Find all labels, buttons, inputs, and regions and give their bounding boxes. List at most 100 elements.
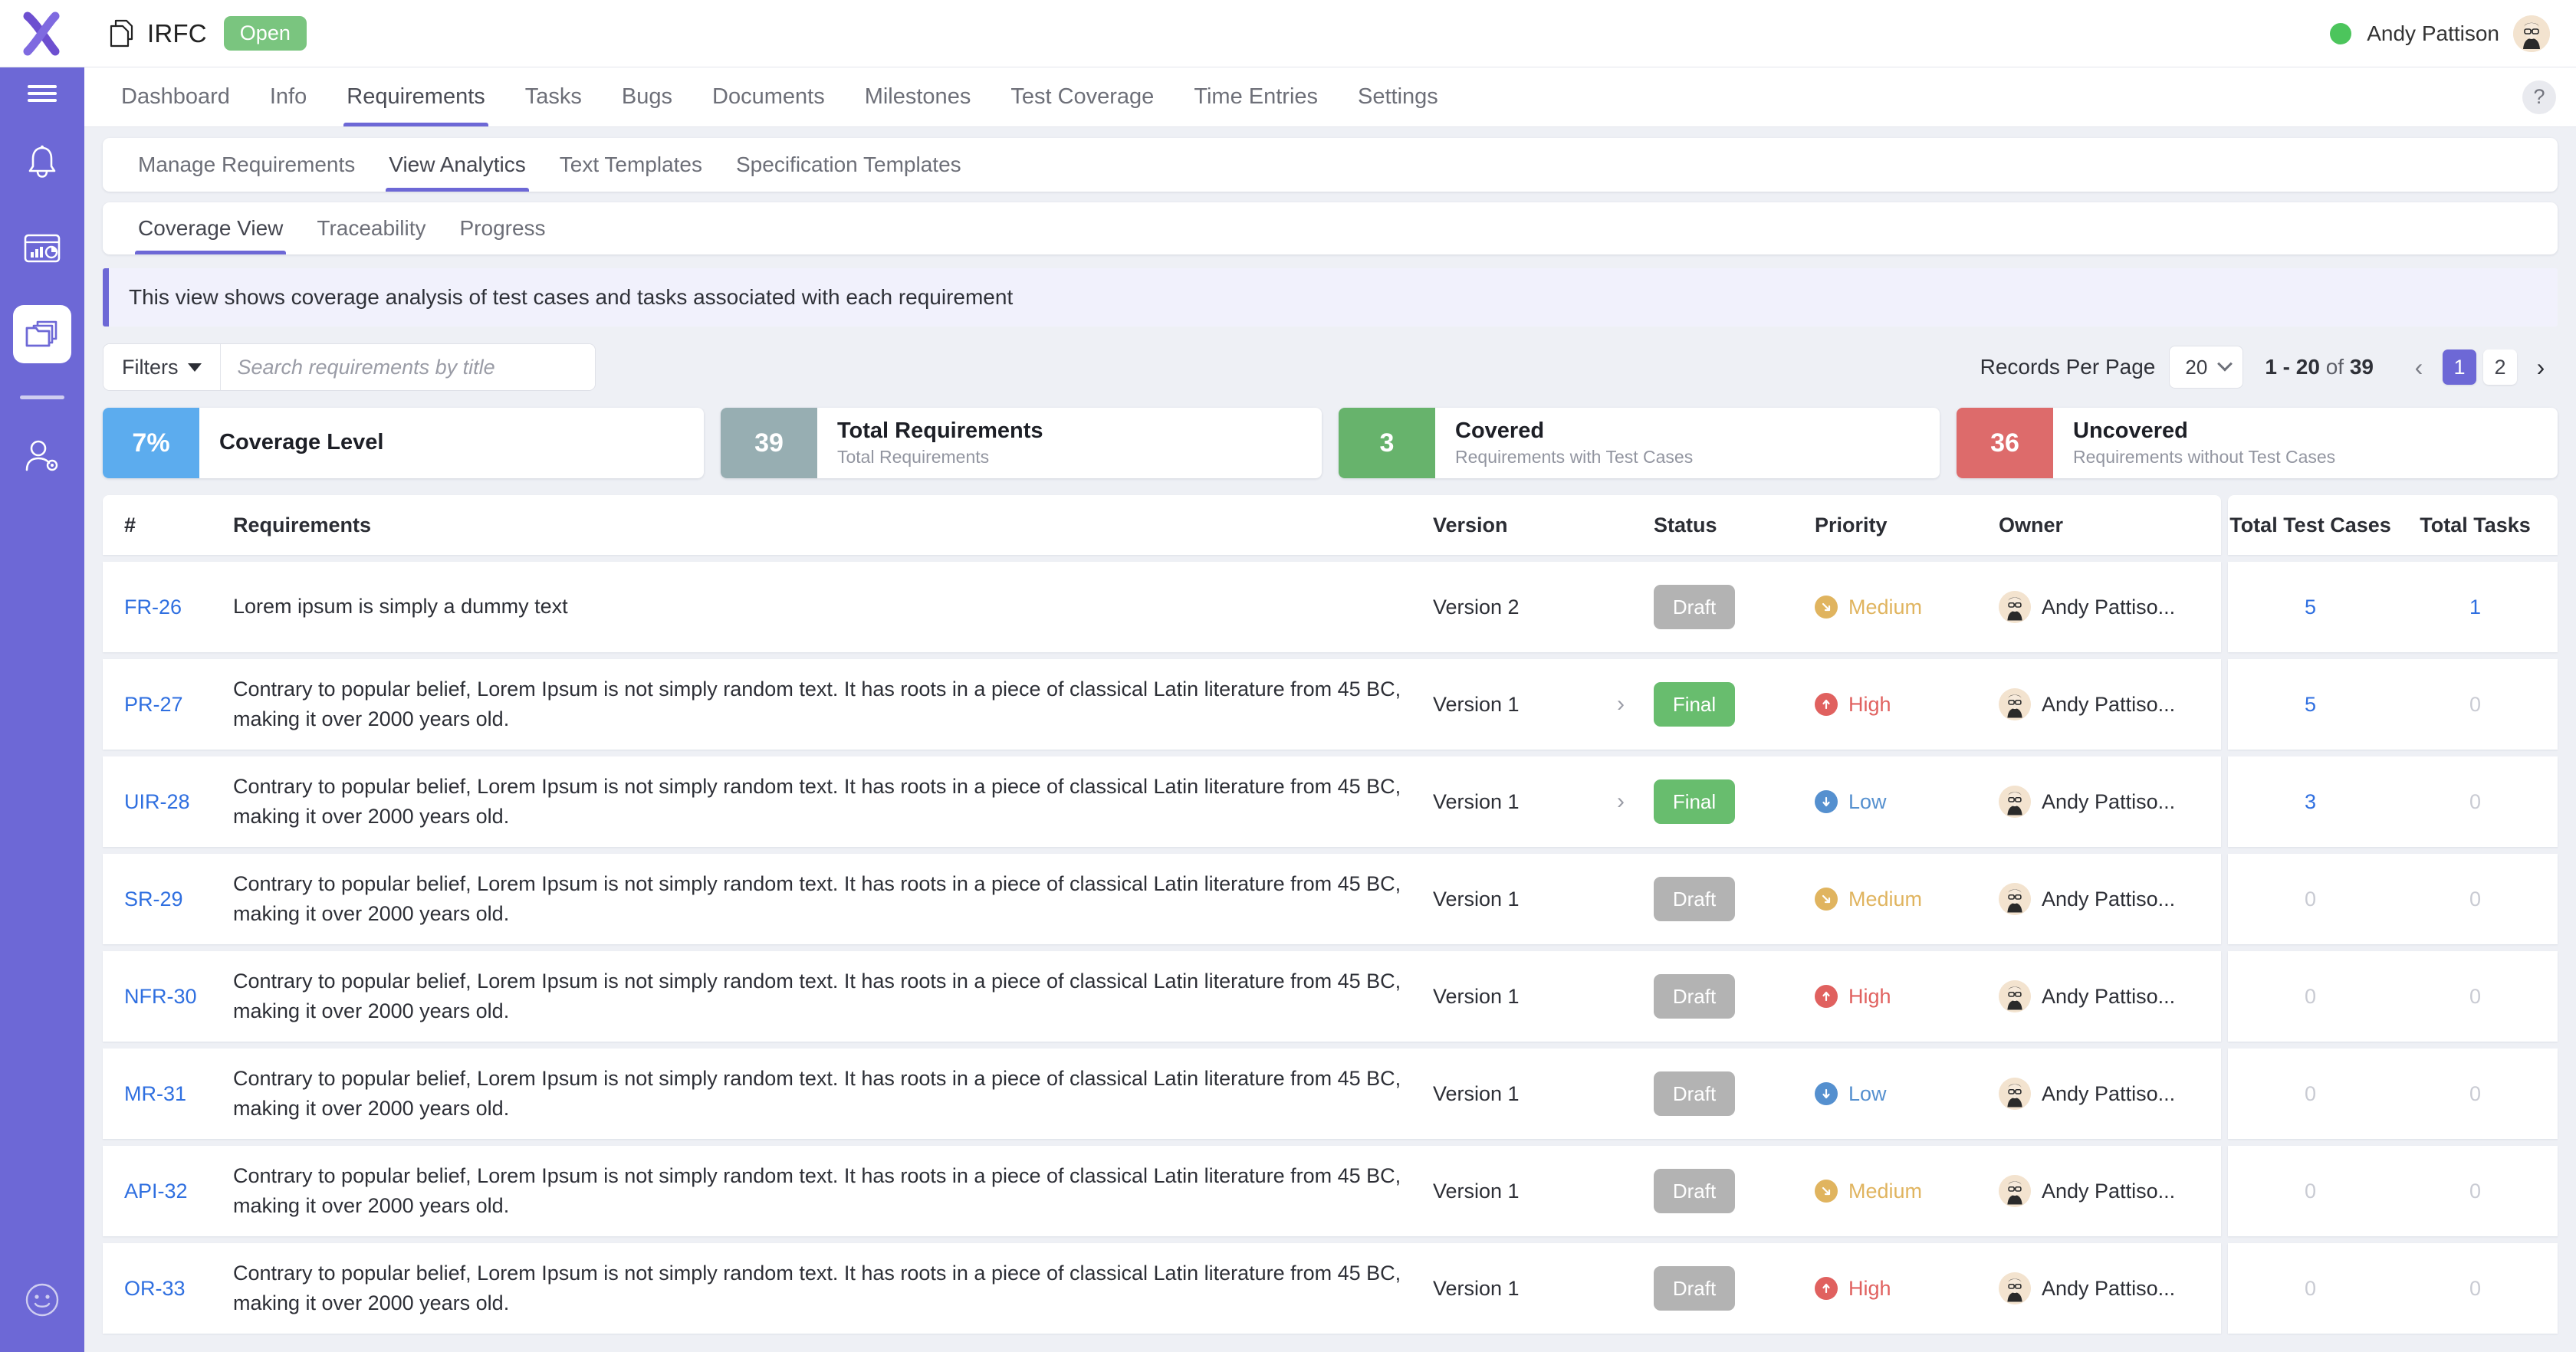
view-tab-traceability[interactable]: Traceability <box>300 202 442 254</box>
owner-name: Andy Pattiso... <box>2042 1277 2175 1301</box>
nav-tab-test-coverage[interactable]: Test Coverage <box>991 67 1174 126</box>
range-label: 1 - 20 of 39 <box>2265 355 2374 379</box>
table-row[interactable]: MR-31Contrary to popular belief, Lorem I… <box>103 1048 2221 1139</box>
subtab-manage-requirements[interactable]: Manage Requirements <box>121 138 372 192</box>
table-row[interactable]: OR-33Contrary to popular belief, Lorem I… <box>103 1243 2221 1334</box>
sidebar-item-notifications[interactable] <box>13 133 71 192</box>
table-row-numeric: 50 <box>2228 659 2558 750</box>
chevron-right-icon[interactable]: › <box>1617 691 1625 717</box>
nav-tab-documents[interactable]: Documents <box>692 67 845 126</box>
records-per-page-label: Records Per Page <box>1980 355 2156 379</box>
table-body: FR-26Lorem ipsum is simply a dummy textV… <box>103 562 2221 1334</box>
nav-tab-tasks[interactable]: Tasks <box>505 67 602 126</box>
secondary-tabs: Manage RequirementsView AnalyticsText Te… <box>103 138 2558 192</box>
nav-tab-requirements[interactable]: Requirements <box>327 67 505 126</box>
table-header-row: # Requirements Version Status Priority O… <box>103 495 2221 555</box>
nav-tab-info[interactable]: Info <box>250 67 327 126</box>
requirement-key-link[interactable]: SR-29 <box>124 888 183 911</box>
subtab-text-templates[interactable]: Text Templates <box>543 138 719 192</box>
requirement-key-link[interactable]: FR-26 <box>124 596 182 619</box>
card-body: Total RequirementsTotal Requirements <box>817 408 1322 478</box>
subtab-specification-templates[interactable]: Specification Templates <box>719 138 978 192</box>
table-row[interactable]: UIR-28Contrary to popular belief, Lorem … <box>103 756 2221 847</box>
nav-tab-dashboard[interactable]: Dashboard <box>101 67 250 126</box>
avatar <box>1999 591 2031 623</box>
prev-page-button[interactable]: ‹ <box>2402 349 2436 385</box>
requirement-key-link[interactable]: NFR-30 <box>124 985 197 1009</box>
nav-tab-bugs[interactable]: Bugs <box>602 67 692 126</box>
menu-toggle-button[interactable] <box>0 81 84 106</box>
table-row[interactable]: PR-27Contrary to popular belief, Lorem I… <box>103 659 2221 750</box>
requirement-text: Contrary to popular belief, Lorem Ipsum … <box>233 966 1418 1026</box>
view-tab-progress[interactable]: Progress <box>443 202 563 254</box>
priority-indicator: Low <box>1815 790 1887 814</box>
requirement-version: Version 1 <box>1433 888 1520 911</box>
owner-cell: Andy Pattiso... <box>1999 1175 2175 1207</box>
total-tasks-value[interactable]: 1 <box>2393 596 2558 619</box>
total-test-cases-value[interactable]: 5 <box>2228 596 2393 619</box>
priority-high-icon <box>1815 1277 1838 1300</box>
status-badge: Draft <box>1654 974 1735 1019</box>
online-status-dot <box>2330 23 2351 44</box>
nav-tab-milestones[interactable]: Milestones <box>845 67 991 126</box>
search-input[interactable] <box>221 344 595 390</box>
priority-label: Medium <box>1848 1180 1922 1203</box>
requirement-key-link[interactable]: MR-31 <box>124 1082 186 1106</box>
total-tasks-value: 0 <box>2393 985 2558 1009</box>
table-row[interactable]: SR-29Contrary to popular belief, Lorem I… <box>103 854 2221 944</box>
requirement-key-link[interactable]: OR-33 <box>124 1277 186 1301</box>
total-tasks-value: 0 <box>2393 1180 2558 1203</box>
table-row[interactable]: FR-26Lorem ipsum is simply a dummy textV… <box>103 562 2221 652</box>
help-icon[interactable]: ? <box>2522 80 2556 114</box>
priority-medium-icon <box>1815 1180 1838 1203</box>
table-row[interactable]: NFR-30 Contrary to popular belief, Lorem … <box>103 951 2221 1042</box>
avatar <box>1999 980 2031 1012</box>
records-per-page-select[interactable]: 20 <box>2169 346 2243 389</box>
card-title: Coverage Level <box>219 430 704 455</box>
total-tasks-value: 0 <box>2393 1082 2558 1106</box>
app-logo[interactable] <box>0 0 84 67</box>
table-row[interactable]: API-32 Contrary to popular belief, Lorem … <box>103 1146 2221 1236</box>
avatar[interactable] <box>2513 15 2550 52</box>
uncovered-card: 36UncoveredRequirements without Test Cas… <box>1957 408 2558 478</box>
priority-label: High <box>1848 693 1891 717</box>
main-region: IRFC Open Andy Pattison DashboardInfoReq… <box>84 0 2576 1352</box>
column-header-total-tasks: Total Tasks <box>2393 514 2558 537</box>
view-tab-coverage-view[interactable]: Coverage View <box>121 202 300 254</box>
next-page-button[interactable]: › <box>2524 349 2558 385</box>
requirement-key-link[interactable]: UIR-28 <box>124 790 190 814</box>
status-badge: Draft <box>1654 877 1735 921</box>
nav-tab-time-entries[interactable]: Time Entries <box>1174 67 1338 126</box>
owner-cell: Andy Pattiso... <box>1999 591 2175 623</box>
owner-cell: Andy Pattiso... <box>1999 786 2175 818</box>
user-name-label: Andy Pattison <box>2367 21 2499 46</box>
nav-tab-settings[interactable]: Settings <box>1338 67 1458 126</box>
sidebar-item-reports[interactable] <box>13 219 71 277</box>
column-header-version: Version <box>1433 514 1617 537</box>
requirement-key-link[interactable]: API-32 <box>124 1180 188 1203</box>
sidebar-item-user-admin[interactable] <box>13 427 71 485</box>
project-document-icon <box>109 19 135 48</box>
priority-indicator: High <box>1815 985 1891 1009</box>
subtab-view-analytics[interactable]: View Analytics <box>372 138 542 192</box>
total-test-cases-value[interactable]: 3 <box>2228 790 2393 814</box>
sidebar-item-projects[interactable] <box>13 305 71 363</box>
card-body: CoveredRequirements with Test Cases <box>1435 408 1940 478</box>
requirement-key-link[interactable]: PR-27 <box>124 693 183 717</box>
priority-high-icon <box>1815 693 1838 716</box>
page-button-1[interactable]: 1 <box>2443 349 2476 385</box>
requirement-text: Contrary to popular belief, Lorem Ipsum … <box>233 1161 1418 1221</box>
project-status-badge[interactable]: Open <box>224 16 307 51</box>
total-test-cases-value[interactable]: 5 <box>2228 693 2393 717</box>
card-title: Covered <box>1455 418 1940 444</box>
avatar <box>1999 1175 2031 1207</box>
filters-button[interactable]: Filters <box>104 344 221 390</box>
page-button-2[interactable]: 2 <box>2483 349 2517 385</box>
owner-name: Andy Pattiso... <box>2042 1082 2175 1106</box>
status-badge: Draft <box>1654 1266 1735 1311</box>
chevron-right-icon[interactable]: › <box>1617 789 1625 815</box>
pagination: Records Per Page 20 1 - 20 of 39 ‹ 12 › <box>1980 346 2558 389</box>
owner-cell: Andy Pattiso... <box>1999 1078 2175 1110</box>
top-bar: IRFC Open Andy Pattison <box>84 0 2576 67</box>
sidebar-item-support[interactable] <box>0 1281 84 1318</box>
